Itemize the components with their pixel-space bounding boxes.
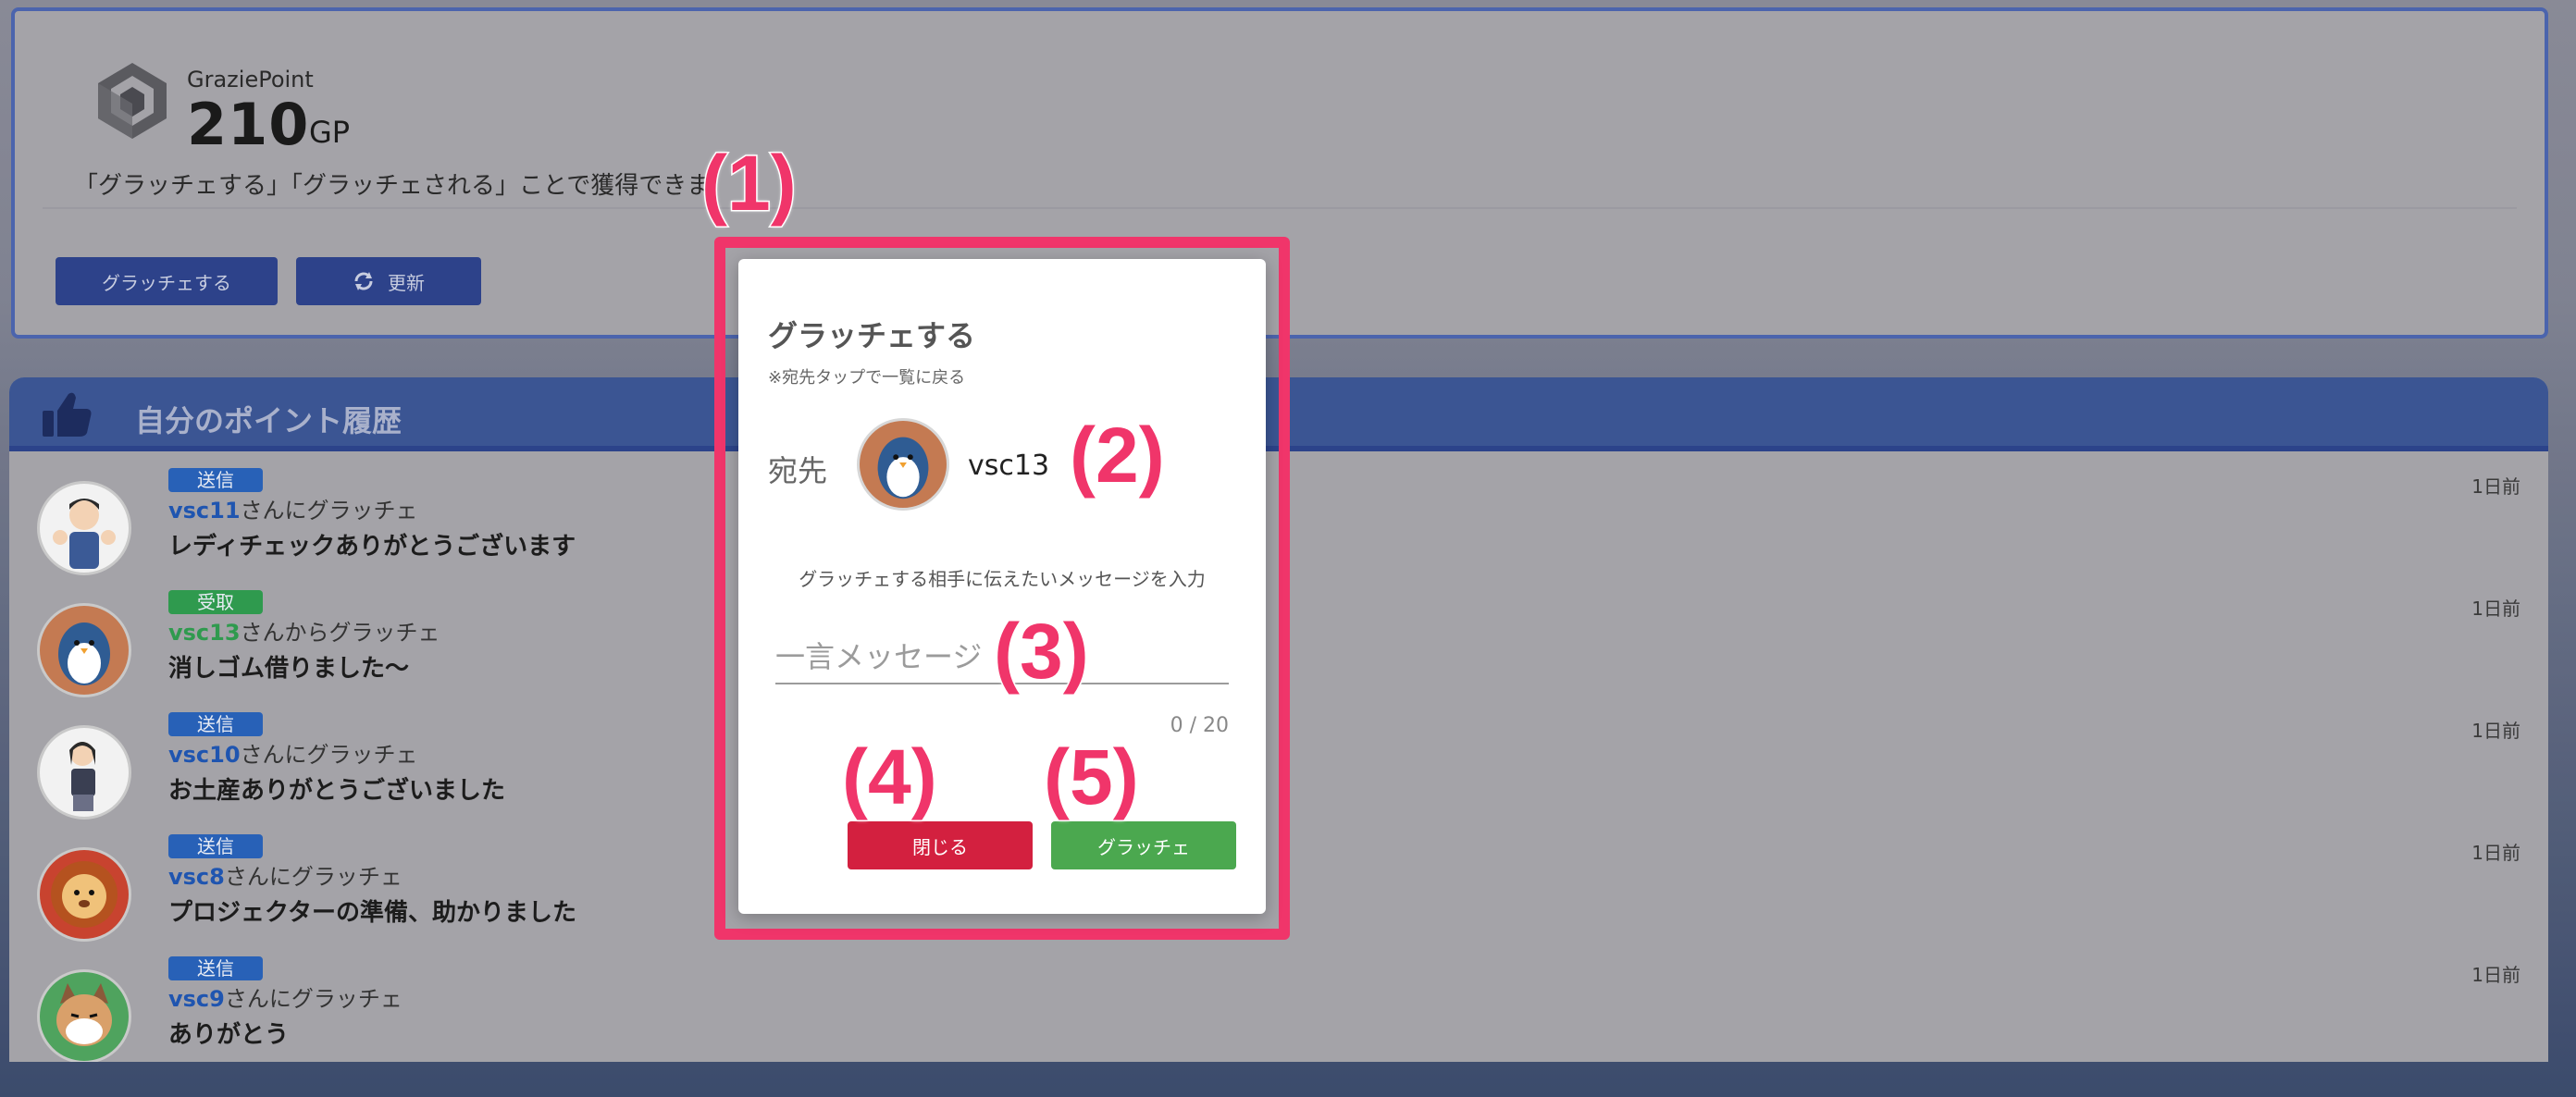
history-message: プロジェクターの準備、助かりました — [168, 899, 576, 927]
recipient-avatar[interactable] — [857, 418, 949, 511]
history-title: 自分のポイント履歴 — [135, 403, 402, 438]
user-avatar-icon — [53, 499, 116, 569]
penguin-avatar-icon — [58, 622, 110, 685]
history-user-suffix: さんからグラッチェ — [240, 620, 440, 646]
history-time: 1日前 — [2471, 598, 2520, 620]
penguin-avatar-icon — [877, 437, 929, 499]
gratitude-modal: グラッチェする ※宛先タップで一覧に戻る 宛先 vsc13 グラッチェする相手に… — [738, 259, 1266, 914]
avatar — [37, 969, 131, 1062]
history-row[interactable]: 送信 vsc9さんにグラッチェ ありがとう 1日前 — [9, 956, 2548, 1062]
message-prompt: グラッチェする相手に伝えたいメッセージを入力 — [799, 568, 1206, 590]
status-badge: 受取 — [168, 590, 263, 614]
history-user-suffix: さんにグラッチェ — [240, 498, 418, 524]
send-gratitude-button-label: グラッチェ — [1097, 835, 1190, 858]
points-unit: GP — [309, 115, 351, 150]
history-user-link[interactable]: vsc8 — [168, 864, 225, 890]
points-amount: 210 — [187, 91, 310, 158]
divider — [43, 207, 2517, 209]
history-user-line: vsc8さんにグラッチェ — [168, 858, 402, 891]
history-message: お土産ありがとうございました — [168, 777, 506, 805]
status-badge: 送信 — [168, 712, 263, 736]
status-badge: 送信 — [168, 956, 263, 980]
recipient-name[interactable]: vsc13 — [968, 450, 1049, 482]
avatar — [37, 603, 131, 697]
history-user-link[interactable]: vsc13 — [168, 620, 241, 646]
history-message: ありがとう — [168, 1021, 290, 1049]
annotation-3: (3) — [993, 607, 1091, 696]
history-time: 1日前 — [2471, 720, 2520, 742]
user-avatar-icon — [69, 742, 95, 811]
refresh-icon — [354, 272, 373, 290]
char-counter: 0 / 20 — [1170, 714, 1229, 737]
history-time: 1日前 — [2471, 842, 2520, 864]
status-badge: 送信 — [168, 468, 263, 492]
avatar — [37, 725, 131, 820]
history-user-link[interactable]: vsc11 — [168, 498, 241, 524]
points-brand-name: GraziePoint — [187, 67, 314, 92]
history-user-suffix: さんにグラッチェ — [224, 986, 402, 1012]
annotation-4: (4) — [841, 733, 939, 822]
gratitude-button[interactable]: グラッチェする — [56, 257, 278, 305]
annotation-2: (2) — [1069, 411, 1167, 500]
modal-hint: ※宛先タップで一覧に戻る — [768, 368, 966, 388]
history-time: 1日前 — [2471, 964, 2520, 986]
points-description: 「グラッチェする」「グラッチェされる」ことで獲得できま — [74, 172, 712, 200]
history-user-line: vsc9さんにグラッチェ — [168, 980, 402, 1013]
history-message: 消しゴム借りました〜 — [168, 655, 410, 683]
close-button[interactable]: 閉じる — [848, 821, 1033, 869]
history-user-line: vsc10さんにグラッチェ — [168, 736, 418, 769]
graziepoint-logo-icon — [98, 63, 167, 139]
gratitude-button-label: グラッチェする — [102, 271, 231, 294]
cat-avatar-icon — [56, 983, 112, 1046]
lion-avatar-icon — [51, 861, 118, 928]
history-user-line: vsc11さんにグラッチェ — [168, 492, 418, 524]
history-user-link[interactable]: vsc9 — [168, 986, 225, 1012]
refresh-button-label: 更新 — [388, 271, 425, 294]
recipient-label: 宛先 — [768, 453, 828, 488]
avatar — [37, 481, 131, 575]
annotation-5: (5) — [1043, 733, 1141, 822]
history-user-suffix: さんにグラッチェ — [240, 742, 418, 768]
modal-title: グラッチェする — [768, 318, 976, 353]
history-message: レディチェックありがとうございます — [168, 533, 576, 561]
close-button-label: 閉じる — [912, 835, 968, 858]
history-user-link[interactable]: vsc10 — [168, 742, 241, 768]
status-badge: 送信 — [168, 834, 263, 858]
thumbs-up-icon — [43, 392, 92, 437]
annotation-1: (1) — [700, 139, 799, 228]
avatar — [37, 847, 131, 942]
history-time: 1日前 — [2471, 475, 2520, 498]
history-user-line: vsc13さんからグラッチェ — [168, 614, 440, 647]
send-gratitude-button[interactable]: グラッチェ — [1051, 821, 1236, 869]
refresh-button[interactable]: 更新 — [296, 257, 481, 305]
history-user-suffix: さんにグラッチェ — [224, 864, 402, 890]
